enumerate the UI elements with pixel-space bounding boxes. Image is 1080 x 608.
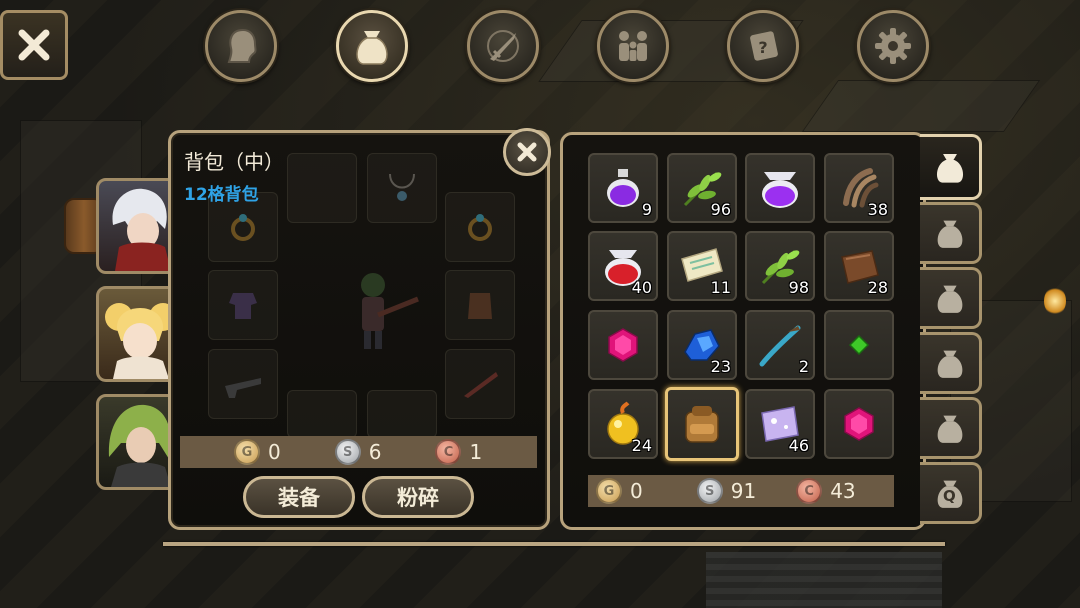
party-icon [619, 31, 647, 61]
side-tab-bag-5[interactable] [920, 397, 982, 459]
purple-potion-icon [607, 169, 639, 207]
purple-potion-large-icon [762, 172, 798, 208]
blade-icon [464, 372, 498, 398]
bag-currency-bar: G 0 S 6 C 1 [180, 436, 537, 468]
gold-coin-icon: G [234, 439, 260, 465]
pink-gem-icon [844, 407, 874, 441]
ghost-slot [445, 349, 515, 419]
ghost-slot [208, 349, 278, 419]
inventory-slot[interactable]: 23 [667, 310, 737, 380]
bag-icon [937, 220, 962, 248]
bag-copper-amount: 1 [469, 440, 483, 464]
inventory-slot-selected[interactable] [665, 387, 739, 461]
side-tab-bag-2[interactable] [920, 202, 982, 264]
gold-coin-icon: G [596, 478, 622, 504]
svg-text:?: ? [758, 38, 767, 57]
side-tab-bag-4[interactable] [920, 332, 982, 394]
quest-scroll-icon: ? [750, 31, 778, 61]
bag-gold-amount: 0 [268, 440, 281, 464]
stair-decor [706, 552, 942, 608]
ghost-slot [287, 153, 357, 223]
ghost-slot [445, 192, 515, 262]
tab-quest[interactable]: ? [727, 10, 799, 82]
quest-bag-letter: Q [943, 487, 956, 505]
necklace-icon [389, 173, 415, 201]
ghost-slot [367, 153, 437, 223]
bag-subtitle: 12格背包 [184, 185, 259, 205]
inventory-silver-amount: 91 [730, 479, 757, 503]
equip-button[interactable]: 装备 [243, 476, 355, 518]
side-tab-quest-bag[interactable]: Q [920, 462, 982, 524]
inventory-slot[interactable] [745, 153, 815, 223]
character-sprite-icon [361, 273, 419, 349]
copper-coin-icon: C [796, 478, 823, 504]
ring-icon [231, 214, 255, 241]
gear-icon [875, 28, 911, 64]
close-icon [18, 29, 50, 61]
bag-icon [936, 153, 963, 183]
inventory-slot[interactable] [824, 310, 894, 380]
backpack-icon [685, 406, 719, 443]
sword-icon [487, 30, 519, 62]
bag-silver-amount: 6 [368, 440, 382, 464]
vest-icon [468, 293, 492, 319]
character-preview [318, 255, 428, 365]
close-menu-button[interactable] [0, 10, 68, 80]
floor-tile [801, 80, 1041, 132]
inventory-slot[interactable]: 98 [745, 231, 815, 301]
inventory-slot[interactable] [588, 310, 658, 380]
ghost-slot [208, 270, 278, 340]
side-tab-bag-1[interactable] [920, 134, 982, 200]
tab-skills[interactable] [467, 10, 539, 82]
close-icon [517, 142, 537, 162]
silver-coin-icon: S [334, 439, 361, 465]
bag-icon [937, 285, 962, 313]
inventory-slot[interactable]: 2 [745, 310, 815, 380]
bag-title: 背包（中） [184, 150, 284, 174]
copper-coin-icon: C [435, 439, 462, 465]
pink-gem-icon [608, 328, 638, 362]
silver-coin-icon: S [696, 478, 723, 504]
inventory-slot[interactable]: 9 [588, 153, 658, 223]
inventory-slot[interactable] [824, 389, 894, 459]
inventory-slot[interactable]: 24 [588, 389, 658, 459]
ghost-slot [287, 390, 357, 438]
inventory-slot[interactable]: 38 [824, 153, 894, 223]
tab-bag[interactable] [336, 10, 408, 82]
tab-character[interactable] [205, 10, 277, 82]
gun-icon [225, 378, 261, 398]
small-green-gem-icon [848, 334, 870, 356]
inventory-currency-bar: G 0 S 91 C 43 [588, 475, 894, 507]
wall-torch [1044, 286, 1066, 316]
inventory-slot[interactable]: 46 [745, 389, 815, 459]
tab-settings[interactable] [857, 10, 929, 82]
head-silhouette-icon [227, 28, 257, 63]
side-tab-bag-3[interactable] [920, 267, 982, 329]
inventory-slot[interactable]: 40 [588, 231, 658, 301]
bag-icon [937, 350, 962, 378]
ghost-slot [367, 390, 437, 438]
bag-icon [937, 415, 962, 443]
bag-icon [356, 31, 388, 65]
inventory-copper-amount: 43 [830, 479, 856, 503]
inventory-gold-amount: 0 [630, 479, 643, 503]
inventory-slot[interactable]: 96 [667, 153, 737, 223]
ring-icon [468, 214, 492, 241]
close-bag-panel-button[interactable] [503, 128, 551, 176]
ghost-slot [445, 270, 515, 340]
armor-icon [229, 293, 257, 319]
smash-button[interactable]: 粉碎 [362, 476, 474, 518]
inventory-slot[interactable]: 11 [667, 231, 737, 301]
bottom-divider [163, 542, 945, 546]
tab-party[interactable] [597, 10, 669, 82]
inventory-slot[interactable]: 28 [824, 231, 894, 301]
